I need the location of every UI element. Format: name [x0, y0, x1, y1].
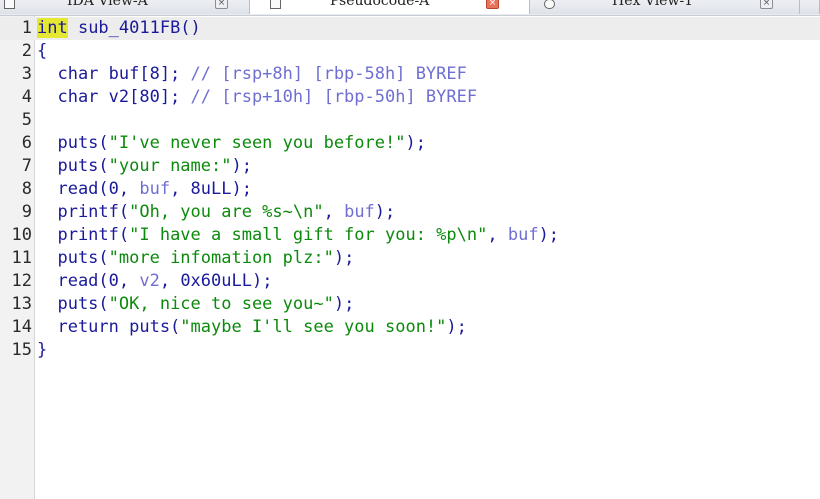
code-token: {	[37, 41, 48, 61]
string-literal: "your name:"	[108, 156, 232, 176]
code-token: printf(	[37, 202, 130, 222]
code-text: printf("Oh, you are %s~\n", buf);	[37, 201, 395, 224]
line-number: 14	[11, 317, 32, 337]
comment: // [rsp+10h] [rbp-50h] BYREF	[190, 87, 478, 107]
code-text: }	[37, 339, 47, 362]
code-token: char v2[80];	[37, 87, 191, 107]
code-line[interactable]: 9 printf("Oh, you are %s~\n", buf);	[0, 201, 820, 224]
code-token: read(0,	[37, 179, 140, 199]
code-line[interactable]: 4 char v2[80]; // [rsp+10h] [rbp-50h] BY…	[0, 86, 820, 109]
code-token: puts(	[37, 248, 109, 268]
tab-overflow[interactable]	[800, 0, 820, 14]
variable-name: buf	[507, 225, 539, 245]
code-token: );	[405, 133, 426, 153]
code-line[interactable]: 13 puts("OK, nice to see you~");	[0, 293, 820, 316]
line-number: 7	[21, 156, 32, 176]
code-token: );	[446, 317, 467, 337]
code-token: );	[333, 248, 355, 268]
code-text: puts("OK, nice to see you~");	[37, 293, 354, 316]
pseudocode-view[interactable]: 1 int sub_4011FB() 2{3 char buf[8]; // [rs…	[0, 17, 820, 362]
code-text: return puts("maybe I'll see you soon!");	[37, 316, 467, 339]
tab-pseudocode-a[interactable]: Pseudocode-A ×	[250, 0, 530, 14]
line-number: 1	[21, 18, 32, 38]
code-token: puts(	[37, 133, 109, 153]
string-literal: "I have a small gift for you: %p\n"	[129, 225, 488, 245]
code-text: char v2[80]; // [rsp+10h] [rbp-50h] BYRE…	[37, 86, 477, 109]
code-text: read(0, v2, 0x60uLL);	[37, 270, 272, 293]
code-token: , 0x60uLL);	[159, 271, 273, 291]
tab-label: Hex View-1	[612, 0, 694, 9]
string-literal: "Oh, you are %s~\n"	[129, 202, 324, 222]
code-text: read(0, buf, 8uLL);	[37, 178, 252, 201]
line-number: 2	[21, 41, 32, 61]
code-text: {	[37, 40, 47, 63]
code-token: puts(	[37, 156, 109, 176]
line-number: 9	[21, 202, 32, 222]
code-text: int sub_4011FB()	[37, 17, 201, 40]
code-token: );	[374, 202, 396, 222]
code-line[interactable]: 2{	[0, 40, 820, 63]
code-text: puts("more infomation plz:");	[37, 247, 354, 270]
code-text: puts("I've never seen you before!");	[37, 132, 426, 155]
tab-bar: IDA View-A × Pseudocode-A × Hex View-1 ×	[0, 0, 820, 16]
code-line[interactable]: 11 puts("more infomation plz:");	[0, 247, 820, 270]
code-line[interactable]: 1 int sub_4011FB()	[0, 17, 820, 40]
code-line[interactable]: 8 read(0, buf, 8uLL);	[0, 178, 820, 201]
code-line[interactable]: 14 return puts("maybe I'll see you soon!…	[0, 316, 820, 339]
code-text: puts("your name:");	[37, 155, 252, 178]
hex-icon	[544, 0, 555, 9]
line-number: 3	[21, 64, 32, 84]
code-line[interactable]: 5	[0, 109, 820, 132]
code-line[interactable]: 3 char buf[8]; // [rsp+8h] [rbp-58h] BYR…	[0, 63, 820, 86]
code-token: sub_4011FB()	[67, 18, 201, 38]
code-token: ,	[323, 202, 345, 222]
highlighted-keyword: int	[37, 18, 68, 38]
string-literal: "I've never seen you before!"	[108, 133, 406, 153]
variable-name: v2	[139, 271, 160, 291]
close-icon[interactable]: ×	[486, 0, 499, 9]
close-icon[interactable]: ×	[215, 0, 228, 9]
comment: // [rsp+8h] [rbp-58h] BYREF	[190, 64, 467, 84]
close-icon[interactable]: ×	[760, 0, 773, 9]
line-number: 10	[11, 225, 32, 245]
line-number: 15	[11, 340, 32, 360]
tab-ida-view-a[interactable]: IDA View-A ×	[0, 0, 250, 14]
disassembly-icon	[4, 0, 15, 9]
variable-name: buf	[344, 202, 375, 222]
code-token: );	[333, 294, 355, 314]
code-token: );	[538, 225, 560, 245]
string-literal: "more infomation plz:"	[108, 248, 334, 268]
code-line[interactable]: 6 puts("I've never seen you before!");	[0, 132, 820, 155]
code-token: }	[37, 340, 48, 360]
code-token: read(0,	[37, 271, 140, 291]
tab-hex-view-1[interactable]: Hex View-1 ×	[530, 0, 800, 14]
code-text: char buf[8]; // [rsp+8h] [rbp-58h] BYREF	[37, 63, 467, 86]
line-number: 13	[11, 294, 32, 314]
variable-name: buf	[139, 179, 171, 199]
code-token: char buf[8];	[37, 64, 191, 84]
tab-label: Pseudocode-A	[330, 0, 430, 9]
code-token: , 8uLL);	[170, 179, 252, 199]
tab-label: IDA View-A	[67, 0, 148, 9]
line-number: 5	[21, 110, 32, 130]
string-literal: "maybe I'll see you soon!"	[180, 317, 447, 337]
code-line[interactable]: 12 read(0, v2, 0x60uLL);	[0, 270, 820, 293]
line-number: 4	[21, 87, 32, 107]
pseudocode-icon	[270, 0, 281, 9]
code-token: );	[231, 156, 252, 176]
code-token: puts(	[37, 294, 109, 314]
code-text: printf("I have a small gift for you: %p\…	[37, 224, 559, 247]
code-line[interactable]: 15}	[0, 339, 820, 362]
code-token: return puts(	[37, 317, 181, 337]
code-token: printf(	[37, 225, 130, 245]
line-number: 11	[11, 248, 32, 268]
code-line[interactable]: 10 printf("I have a small gift for you: …	[0, 224, 820, 247]
code-token: ,	[487, 225, 508, 245]
line-number: 6	[21, 133, 32, 153]
line-number: 12	[11, 271, 32, 291]
string-literal: "OK, nice to see you~"	[108, 294, 334, 314]
code-line[interactable]: 7 puts("your name:");	[0, 155, 820, 178]
line-number: 8	[21, 179, 32, 199]
